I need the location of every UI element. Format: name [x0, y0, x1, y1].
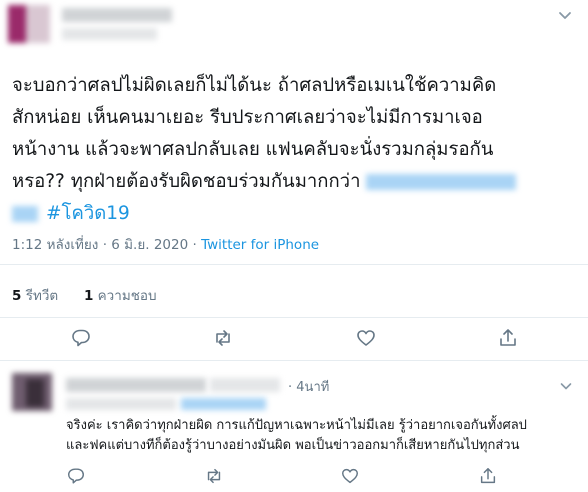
- tweet-source-link[interactable]: Twitter for iPhone: [201, 237, 319, 253]
- tweet-line: สักหน่อย เห็นคนมาเยอะ รีบประกาศเลยว่าจะไ…: [12, 107, 483, 128]
- heart-icon[interactable]: [355, 327, 377, 349]
- tweet-date[interactable]: 6 มิ.ย. 2020: [111, 237, 188, 253]
- tweet-action-bar: [0, 327, 588, 351]
- reply-line: จริงค่ะ เราคิดว่าทุกฝ่ายผิด การแก้ปัญหาเ…: [66, 418, 527, 433]
- share-icon[interactable]: [478, 466, 498, 486]
- like-stat[interactable]: 1 ความชอบ: [84, 288, 157, 304]
- tweet-line-text: หรอ?? ทุกฝ่ายต้องรับผิดชอบร่วมกันมากกว่า: [12, 171, 361, 192]
- divider: [0, 317, 588, 318]
- reply-action-bar: [0, 466, 588, 488]
- author-avatar[interactable]: [8, 5, 50, 43]
- meta-separator: ·: [192, 237, 197, 253]
- like-label: ความชอบ: [97, 288, 157, 304]
- reply-icon[interactable]: [66, 466, 86, 486]
- tweet-line: จะบอกว่าศลปไม่ผิดเลยก็ไม่ได้นะ ถ้าศลปหรื…: [12, 75, 497, 96]
- replying-to-blurred[interactable]: [66, 398, 266, 410]
- blurred-mention-link[interactable]: [12, 206, 38, 222]
- tweet-stats: 5 รีทวีต 1 ความชอบ: [12, 284, 157, 306]
- tweet-line: หน้างาน แล้วจะพาศลปกลับเลย แฟนคลับจะนั่ง…: [12, 139, 494, 160]
- share-icon[interactable]: [497, 327, 519, 349]
- heart-icon[interactable]: [340, 466, 360, 486]
- tweet-meta: 1:12 หลังเที่ยง · 6 มิ.ย. 2020 · Twitter…: [12, 233, 319, 255]
- meta-separator: ·: [102, 237, 107, 253]
- retweet-icon[interactable]: [204, 466, 224, 486]
- retweet-icon[interactable]: [212, 327, 234, 349]
- like-count: 1: [83, 288, 94, 304]
- tweet-time[interactable]: 1:12 หลังเที่ยง: [12, 237, 98, 253]
- reply-author-avatar[interactable]: [12, 373, 52, 411]
- tweet-text: จะบอกว่าศลปไม่ผิดเลยก็ไม่ได้นะ ถ้าศลปหรื…: [12, 70, 577, 230]
- hashtag-link[interactable]: #โควิด19: [46, 203, 130, 224]
- tweet-line: #โควิด19: [12, 198, 577, 230]
- chevron-down-icon[interactable]: [558, 378, 574, 394]
- reply-icon[interactable]: [70, 327, 92, 349]
- retweet-count: 5: [12, 288, 22, 304]
- author-name-blurred[interactable]: [62, 8, 172, 22]
- author-handle-blurred[interactable]: [62, 28, 157, 40]
- reply-author-handle-blurred[interactable]: [210, 378, 280, 392]
- meta-separator: ·: [288, 380, 293, 395]
- reply-time-text: 4นาที: [296, 380, 330, 395]
- divider: [0, 360, 588, 361]
- divider: [0, 264, 588, 265]
- retweet-stat[interactable]: 5 รีทวีต: [12, 288, 58, 304]
- blurred-mention-link[interactable]: [366, 174, 517, 190]
- reply-timestamp[interactable]: · 4นาที: [288, 376, 329, 397]
- tweet-line: หรอ?? ทุกฝ่ายต้องรับผิดชอบร่วมกันมากกว่า: [12, 166, 577, 198]
- chevron-down-icon[interactable]: [556, 6, 574, 24]
- reply-line: และฟคแต่บางทีก็ต้องรู้ว่าบางอย่างมันผิด …: [66, 438, 520, 453]
- reply-text: จริงค่ะ เราคิดว่าทุกฝ่ายผิด การแก้ปัญหาเ…: [66, 416, 581, 456]
- reply-author-name-blurred[interactable]: [66, 378, 206, 392]
- retweet-label: รีทวีต: [25, 288, 59, 304]
